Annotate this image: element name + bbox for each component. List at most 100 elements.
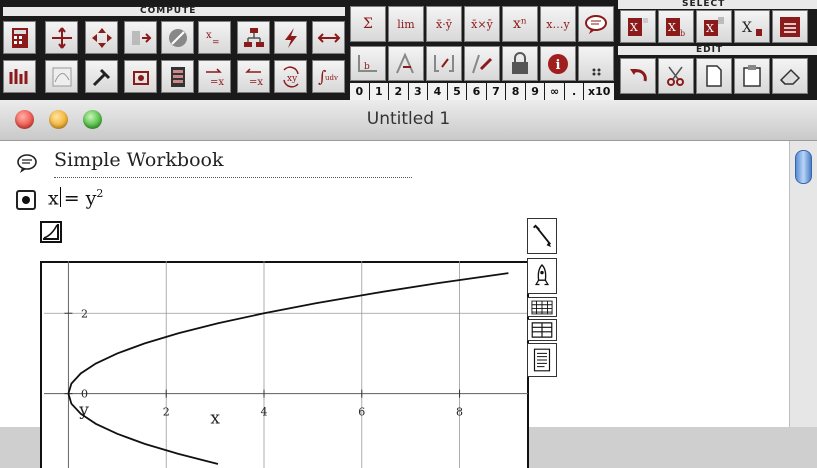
factor-button[interactable] [124,21,157,54]
plot-pen-button[interactable] [527,218,557,254]
select-superscript-button[interactable]: X [696,10,732,43]
substitute-button[interactable]: =x [198,60,231,93]
subscript-icon: b [358,54,377,72]
parabola-plot[interactable]: 2 4 6 802xy [40,261,560,468]
vector-button[interactable] [388,46,424,81]
select-cell-button[interactable]: X [620,10,656,43]
select-term-button[interactable]: Xb [658,10,694,43]
copy-icon [706,65,722,87]
replace-button[interactable]: =x [237,60,270,93]
calculator-button[interactable] [3,21,36,54]
compute-label: COMPUTE [140,6,197,16]
undo-icon [630,69,647,82]
more-button[interactable] [578,46,614,81]
tree-icon [243,27,264,47]
key-4[interactable]: 4 [428,83,447,100]
key-3[interactable]: 3 [408,83,428,100]
hammer-button[interactable] [85,60,118,93]
key-0[interactable]: 0 [350,83,369,100]
plot-properties-button[interactable] [527,343,557,377]
rewrite-button[interactable]: xy [274,60,307,93]
window-title: Untitled 1 [366,109,451,129]
histogram-icon [9,68,27,84]
edit-label: EDIT [696,45,724,55]
undo-button[interactable] [620,58,656,94]
text-caret [59,187,61,208]
matrix-icon [434,54,454,72]
x-tick-label: 2 [163,406,170,419]
formula-exponent: 2 [96,187,104,200]
plot-table-button[interactable] [527,319,557,341]
key-2[interactable]: 2 [389,83,408,100]
tree-button[interactable] [237,21,270,54]
key-5[interactable]: 5 [447,83,467,100]
paste-button[interactable] [734,58,770,94]
info-icon: i [548,53,568,74]
cut-button[interactable] [658,58,694,94]
plot-rocket-button[interactable] [527,258,557,294]
function-button[interactable] [464,46,500,81]
range-button[interactable]: x…y [540,6,576,42]
plot-grid-button[interactable] [527,297,557,317]
y-tick-label: 0 [81,388,88,401]
formula-input[interactable]: x = y2 [48,187,103,209]
key-9[interactable]: 9 [525,83,545,100]
key-8[interactable]: 8 [506,83,525,100]
math-cell-marker[interactable] [16,190,36,210]
swap-button[interactable] [312,21,345,54]
workbook-title[interactable]: Simple Workbook [54,149,223,171]
dot-product-label: x̄·ȳ [436,17,452,31]
lock-icon [512,51,528,74]
evaluate-button[interactable] [274,21,307,54]
plot-corner-handle[interactable] [40,221,62,243]
dot-product-button[interactable]: x̄·ȳ [426,6,462,42]
limit-button[interactable]: lim [388,6,424,42]
scrollbar-thumb[interactable] [795,150,812,184]
formula-lhs: x [48,187,59,210]
subscript-button[interactable]: b [350,46,386,81]
svg-text:=x: =x [210,77,224,88]
lock-button[interactable] [502,46,538,81]
key-decimal[interactable]: . [564,83,584,100]
compute-palette-header: COMPUTE [3,7,345,16]
histogram-button[interactable] [3,60,36,93]
table-button[interactable] [161,60,194,93]
info-button[interactable]: i [540,46,576,81]
paste-icon [743,65,761,87]
vertical-scrollbar[interactable] [789,141,817,427]
plot-corner-icon [43,224,59,240]
replace-icon: =x [244,67,263,88]
erase-button[interactable] [772,58,808,94]
cross-product-button[interactable]: x̄×ȳ [464,6,500,42]
sum-button[interactable]: Σ [350,6,386,42]
range-label: x…y [546,17,570,31]
key-1[interactable]: 1 [369,83,389,100]
key-6[interactable]: 6 [467,83,486,100]
solve-for-button[interactable]: x = [198,21,231,54]
integrate-button[interactable]: ∫ udv [312,60,345,93]
select-subscript-button[interactable]: X [734,10,770,43]
calculator-icon [11,27,28,48]
select-superscript-icon: X [704,16,724,36]
simplify-button[interactable] [161,21,194,54]
window-titlebar[interactable]: Untitled 1 [0,100,817,141]
move-button[interactable] [85,21,118,54]
pen-icon [533,224,552,248]
sum-label: Σ [363,16,373,32]
power-button[interactable]: xⁿ [502,6,538,42]
select-palette-header: SELECT [618,0,817,9]
key-infinity[interactable]: ∞ [545,83,564,100]
key-7[interactable]: 7 [486,83,506,100]
comment-button[interactable] [578,6,614,42]
edit-palette-header: EDIT [618,46,817,55]
select-all-button[interactable] [772,10,808,43]
target-button[interactable] [124,60,157,93]
expand-button[interactable] [45,21,78,54]
matrix-button[interactable] [426,46,462,81]
workbook-content[interactable]: Simple Workbook x = y2 246802xy [0,141,790,468]
key-times-ten[interactable]: x10 [584,83,615,100]
svg-text:b: b [680,29,685,38]
graph-button[interactable] [45,60,78,93]
svg-text:X: X [706,22,714,35]
copy-button[interactable] [696,58,732,94]
